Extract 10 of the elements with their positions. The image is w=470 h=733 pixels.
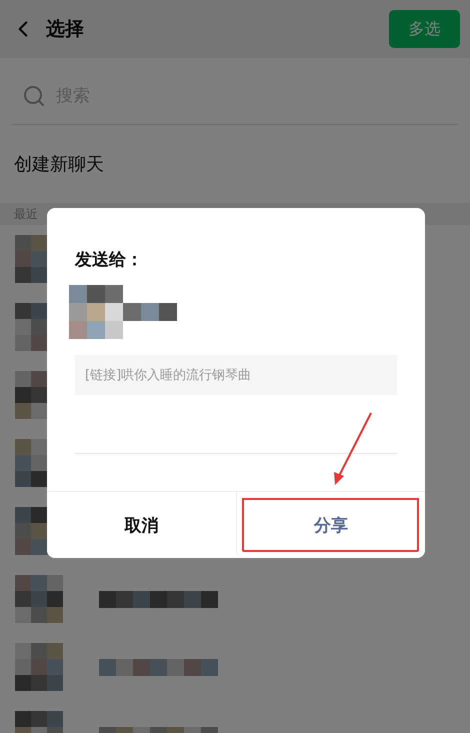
pixelated-avatar	[69, 285, 123, 339]
pixelated-name	[123, 303, 177, 321]
search-icon	[22, 84, 46, 108]
page-title: 选择	[46, 17, 85, 42]
new-chat-item[interactable]: 创建新聊天	[0, 125, 470, 203]
pixelated-avatar	[15, 643, 63, 691]
dialog-title: 发送给：	[75, 249, 144, 271]
share-button[interactable]: 分享	[236, 492, 425, 558]
message-preview: [链接]哄你入睡的流行钢琴曲	[75, 355, 397, 395]
pixelated-avatar	[15, 575, 63, 623]
